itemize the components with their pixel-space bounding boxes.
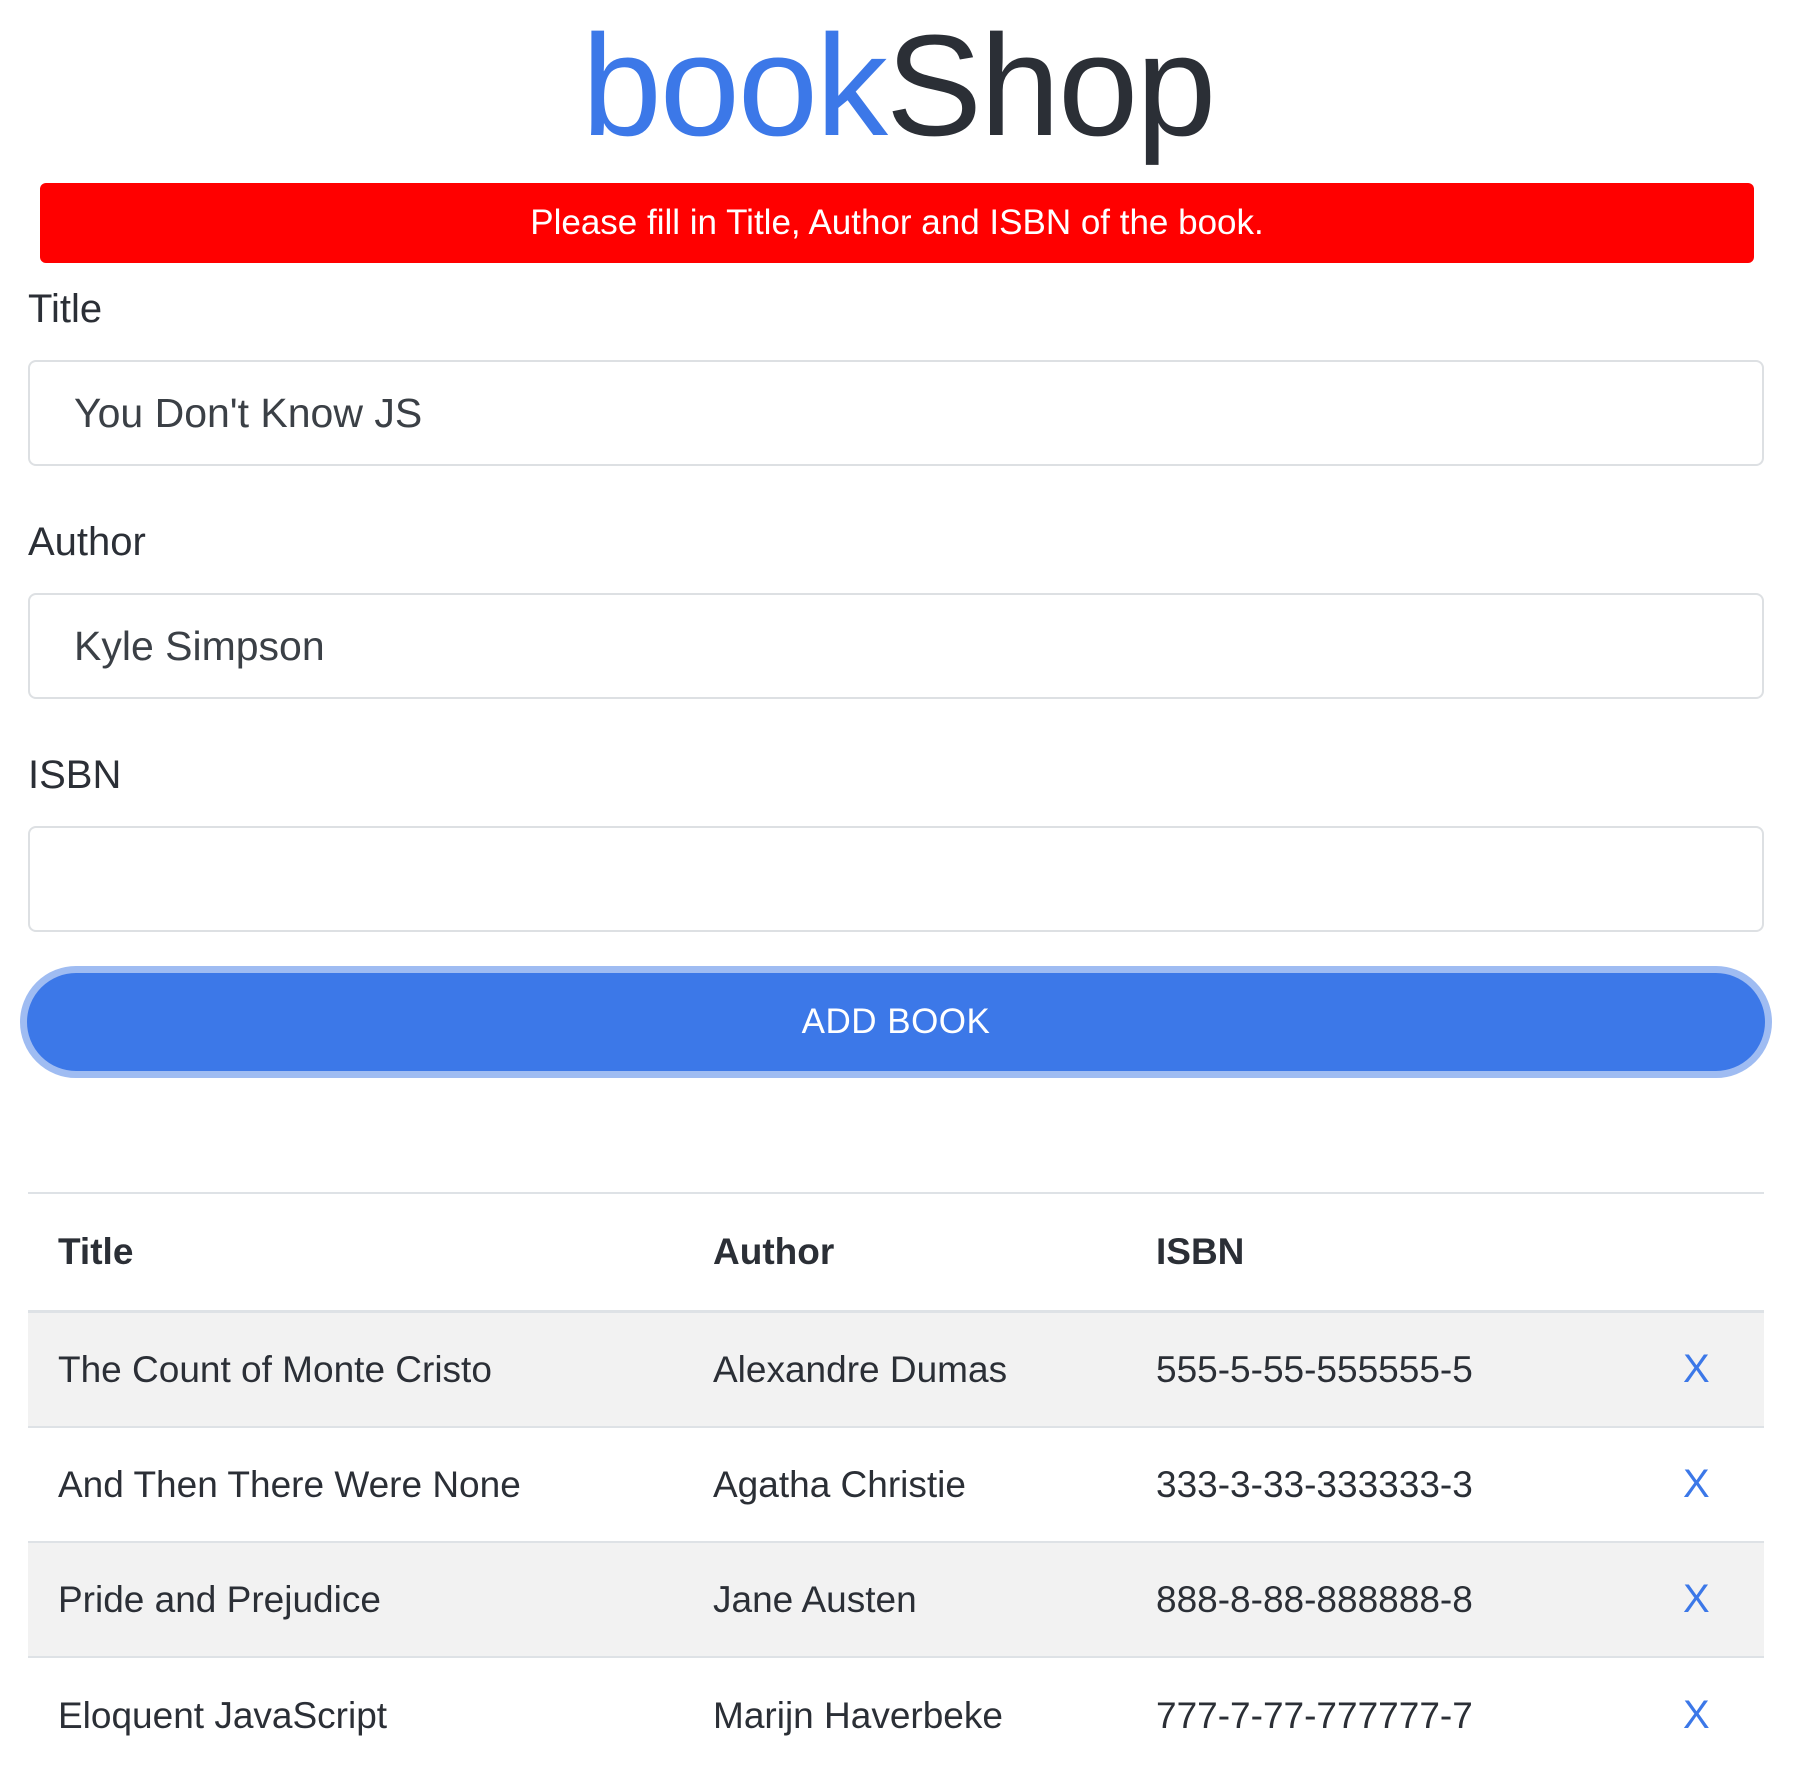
author-label: Author [28,520,146,564]
row-title: Pride and Prejudice [58,1578,381,1620]
row-author: Marijn Haverbeke [713,1694,1003,1736]
row-author: Agatha Christie [713,1463,966,1505]
isbn-input[interactable] [28,826,1764,932]
brand-part-book: book [581,5,888,166]
title-input[interactable] [28,360,1764,466]
validation-alert: Please fill in Title, Author and ISBN of… [40,183,1754,263]
delete-row-button[interactable]: X [1683,1658,1710,1773]
table-row: The Count of Monte Cristo Alexandre Duma… [28,1313,1764,1428]
delete-row-button[interactable]: X [1683,1543,1710,1656]
title-label: Title [28,287,103,331]
row-isbn: 555-5-55-555555-5 [1156,1348,1473,1390]
books-table: Title Author ISBN The Count of Monte Cri… [28,1192,1764,1773]
table-row: Eloquent JavaScript Marijn Haverbeke 777… [28,1658,1764,1773]
row-title: Eloquent JavaScript [58,1694,388,1736]
header-isbn: ISBN [1156,1231,1245,1272]
row-author: Alexandre Dumas [713,1348,1008,1390]
row-title: The Count of Monte Cristo [58,1348,492,1390]
row-author: Jane Austen [713,1578,917,1620]
row-isbn: 888-8-88-888888-8 [1156,1578,1473,1620]
author-input[interactable] [28,593,1764,699]
table-row: Pride and Prejudice Jane Austen 888-8-88… [28,1543,1764,1658]
delete-row-button[interactable]: X [1683,1428,1710,1541]
table-header: Title Author ISBN [28,1194,1764,1313]
page: bookShop Please fill in Title, Author an… [0,0,1796,1782]
header-title: Title [58,1231,134,1272]
row-isbn: 333-3-33-333333-3 [1156,1463,1473,1505]
isbn-label: ISBN [28,753,122,797]
row-isbn: 777-7-77-777777-7 [1156,1694,1473,1736]
header-author: Author [713,1231,835,1272]
brand-logo: bookShop [0,6,1796,166]
delete-row-button[interactable]: X [1683,1313,1710,1426]
brand-part-shop: Shop [885,5,1216,166]
row-title: And Then There Were None [58,1463,521,1505]
add-book-button[interactable]: ADD BOOK [20,966,1772,1078]
table-row: And Then There Were None Agatha Christie… [28,1428,1764,1543]
